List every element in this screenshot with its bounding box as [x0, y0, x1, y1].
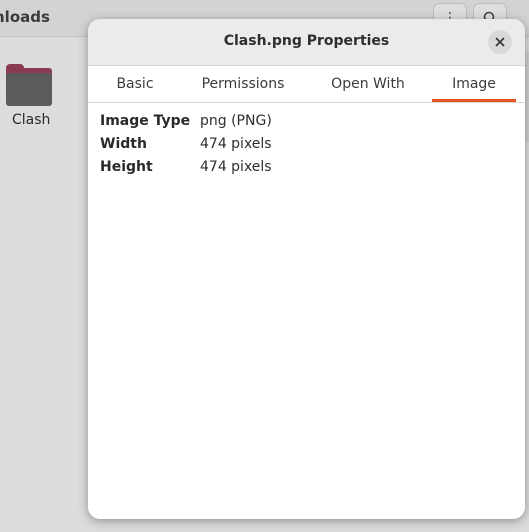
tab-permissions[interactable]: Permissions: [182, 66, 304, 102]
property-value: png (PNG): [200, 112, 272, 129]
tab-bar: Basic Permissions Open With Image: [88, 66, 525, 103]
tab-label: Basic: [116, 76, 154, 92]
properties-dialog: Clash.png Properties Basic Permissions O…: [88, 19, 525, 519]
property-row: Width 474 pixels: [100, 132, 510, 155]
tab-label: Open With: [331, 76, 405, 92]
property-row: Height 474 pixels: [100, 155, 510, 178]
tab-image[interactable]: Image: [432, 66, 516, 102]
close-button[interactable]: [488, 30, 512, 54]
property-value: 474 pixels: [200, 158, 272, 175]
tab-basic[interactable]: Basic: [88, 66, 182, 102]
property-row: Image Type png (PNG): [100, 109, 510, 132]
image-properties: Image Type png (PNG) Width 474 pixels He…: [100, 109, 510, 178]
active-tab-indicator: [432, 99, 516, 102]
property-label: Image Type: [100, 112, 191, 129]
property-label: Height: [100, 158, 153, 175]
tab-open-with[interactable]: Open With: [314, 66, 422, 102]
tab-label: Permissions: [201, 76, 285, 92]
file-manager-title: nloads: [0, 8, 50, 26]
folder-label[interactable]: Clash: [12, 112, 50, 128]
folder-icon[interactable]: [6, 64, 52, 106]
dialog-title: Clash.png Properties: [223, 33, 390, 49]
property-value: 474 pixels: [200, 135, 272, 152]
dialog-header: Clash.png Properties: [88, 19, 525, 66]
property-label: Width: [100, 135, 147, 152]
tab-label: Image: [452, 76, 496, 92]
close-icon: [495, 37, 505, 47]
